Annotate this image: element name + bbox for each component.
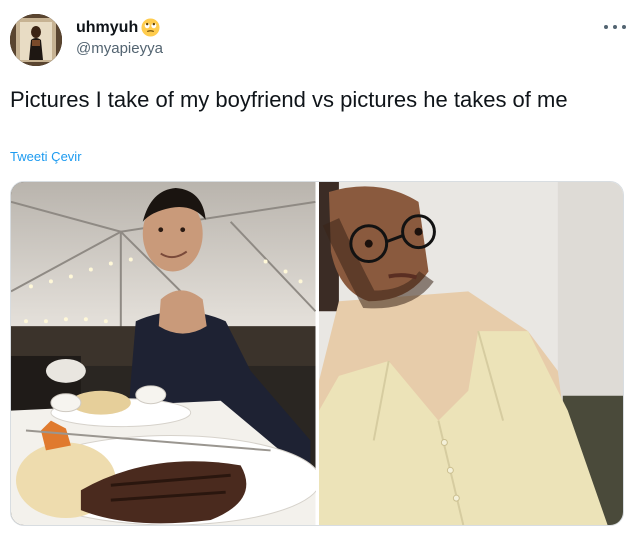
photo-faceswap[interactable] bbox=[318, 182, 623, 525]
avatar-image bbox=[10, 14, 62, 66]
author-display-name[interactable]: uhmyuh bbox=[76, 19, 138, 37]
avatar[interactable] bbox=[10, 14, 62, 66]
photo-faceswap-image bbox=[318, 182, 623, 525]
more-options-icon[interactable] bbox=[604, 20, 626, 34]
more-dot bbox=[613, 25, 617, 29]
more-dot bbox=[604, 25, 608, 29]
media-grid bbox=[10, 181, 624, 526]
rolling-eyes-emoji-icon bbox=[141, 18, 160, 37]
author-handle[interactable]: @myapieyya bbox=[76, 40, 163, 57]
tweet-card: uhmyuh @myapieyya Pictures I take of my … bbox=[0, 0, 635, 537]
photo-boyfriend[interactable] bbox=[11, 182, 316, 525]
translate-link[interactable]: Tweeti Çevir bbox=[10, 149, 82, 164]
author-name-row: uhmyuh bbox=[76, 18, 160, 37]
tweet-text: Pictures I take of my boyfriend vs pictu… bbox=[10, 87, 568, 112]
photo-boyfriend-image bbox=[11, 182, 316, 525]
more-dot bbox=[622, 25, 626, 29]
